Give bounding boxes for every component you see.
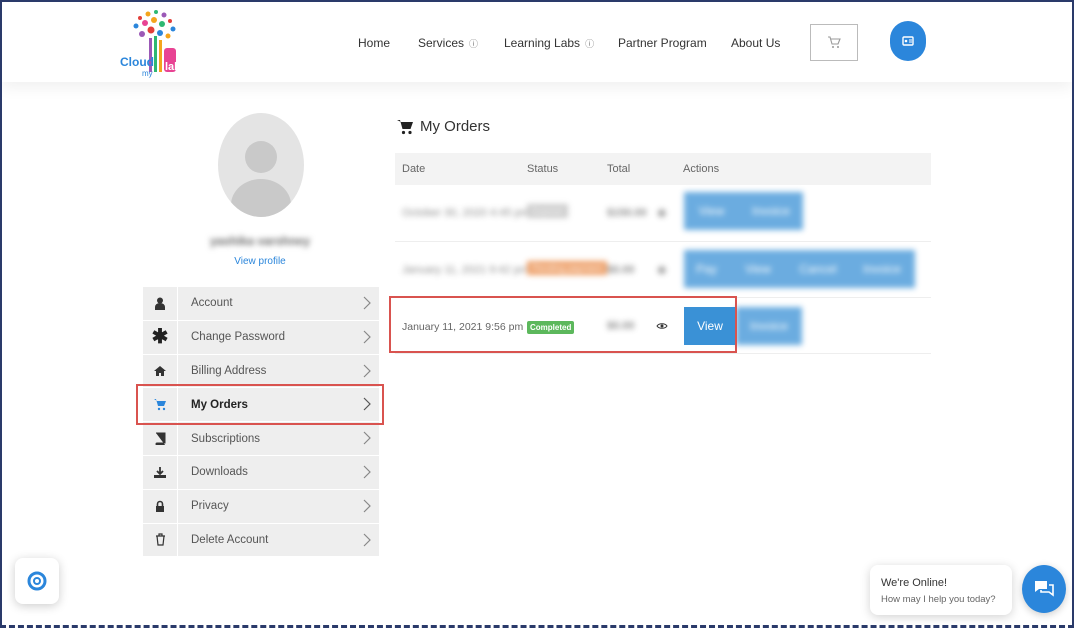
site-header: Cloud my lab Home Services ⓘ Learning Lab… <box>2 2 1072 82</box>
status-badge: Expired <box>527 204 568 218</box>
chevron-right-icon <box>363 431 371 445</box>
chevron-right-icon <box>363 533 371 547</box>
sidebar-item-delete-account[interactable]: Delete Account <box>143 523 379 558</box>
invoice-button[interactable]: Invoice <box>739 192 803 230</box>
highlight-box-my-orders <box>136 384 384 425</box>
invoice-button[interactable]: Invoice <box>849 250 915 288</box>
sidebar-item-label: Change Password <box>191 331 285 344</box>
nav-about-us[interactable]: About Us <box>731 36 780 50</box>
cart-icon <box>397 119 413 134</box>
sidebar-item-privacy[interactable]: Privacy <box>143 489 379 524</box>
highlight-box-completed-order <box>389 296 737 353</box>
column-header-total: Total <box>607 163 631 175</box>
home-icon <box>154 365 166 376</box>
svg-text:lab: lab <box>165 61 181 73</box>
cart-button[interactable] <box>810 24 858 61</box>
eye-icon: ◉ <box>657 207 667 219</box>
sidebar-item-label: Privacy <box>191 500 229 513</box>
chat-subtitle: How may I help you today? <box>881 594 996 605</box>
sidebar-item-subscriptions[interactable]: Subscriptions <box>143 422 379 456</box>
chat-greeting[interactable]: We're Online! How may I help you today? <box>870 565 1012 615</box>
sidebar-item-label: Account <box>191 297 233 310</box>
chevron-right-icon <box>363 330 371 344</box>
order-total: $0.00 <box>607 264 635 276</box>
svg-text:my: my <box>142 69 153 78</box>
sidebar-item-label: Delete Account <box>191 533 269 546</box>
chevron-right-icon <box>363 364 371 378</box>
user-icon <box>155 297 165 310</box>
column-header-status: Status <box>527 163 559 175</box>
info-icon: ⓘ <box>585 39 595 49</box>
help-button[interactable] <box>15 558 59 604</box>
order-date: October 30, 2020 4:45 pm <box>402 207 530 219</box>
nav-partner-program[interactable]: Partner Program <box>618 36 707 50</box>
svg-text:Cloud: Cloud <box>120 55 154 69</box>
user-card-icon <box>902 36 914 46</box>
trash-icon <box>155 533 165 547</box>
avatar <box>218 113 304 217</box>
nav-learning-labs[interactable]: Learning Labs ⓘ <box>504 36 594 50</box>
view-button[interactable]: View <box>729 250 787 288</box>
chevron-right-icon <box>363 465 371 479</box>
sidebar-item-change-password[interactable]: ✱ Change Password <box>143 320 379 355</box>
sidebar-item-account[interactable]: Account <box>143 287 379 321</box>
sidebar-item-downloads[interactable]: Downloads <box>143 455 379 490</box>
order-total: $150.00 <box>607 207 647 219</box>
chat-title: We're Online! <box>881 577 948 589</box>
orders-table-header: Date Status Total Actions <box>395 153 931 185</box>
cloudmylab-logo[interactable]: Cloud my lab <box>118 8 190 78</box>
view-profile-link[interactable]: View profile <box>210 256 310 267</box>
cancel-button[interactable]: Cancel <box>787 250 849 288</box>
nav-home[interactable]: Home <box>358 36 390 50</box>
page-title: My Orders <box>396 118 490 135</box>
download-icon <box>154 466 166 478</box>
table-row: October 30, 2020 4:45 pm Expired $150.00… <box>395 186 931 242</box>
column-header-date: Date <box>402 163 426 175</box>
profile-name: yashika varshney <box>209 234 311 248</box>
invoice-button[interactable]: Invoice <box>736 307 802 345</box>
asterisk-icon: ✱ <box>151 326 169 349</box>
cart-icon <box>828 36 841 48</box>
info-icon: ⓘ <box>469 39 479 49</box>
chat-launcher-button[interactable] <box>1022 565 1066 613</box>
table-row: January 11, 2021 9:42 pm Pending payment… <box>395 242 931 298</box>
book-icon <box>155 432 166 446</box>
order-date: January 11, 2021 9:42 pm <box>402 264 529 276</box>
lock-icon <box>156 500 164 512</box>
eye-icon: ◉ <box>657 264 667 276</box>
chevron-right-icon <box>363 499 371 513</box>
chevron-right-icon <box>363 296 371 310</box>
sidebar-item-label: Billing Address <box>191 364 267 377</box>
column-header-actions: Actions <box>683 163 720 175</box>
status-badge: Pending payment <box>527 261 608 275</box>
sidebar-item-label: Downloads <box>191 466 248 479</box>
account-button[interactable] <box>890 21 926 61</box>
view-button[interactable]: View <box>684 192 739 230</box>
lifebuoy-icon <box>27 571 47 591</box>
nav-services[interactable]: Services ⓘ <box>418 36 478 50</box>
chat-icon <box>1035 581 1054 597</box>
sidebar-item-label: Subscriptions <box>191 432 261 445</box>
pay-button[interactable]: Pay <box>684 250 729 288</box>
